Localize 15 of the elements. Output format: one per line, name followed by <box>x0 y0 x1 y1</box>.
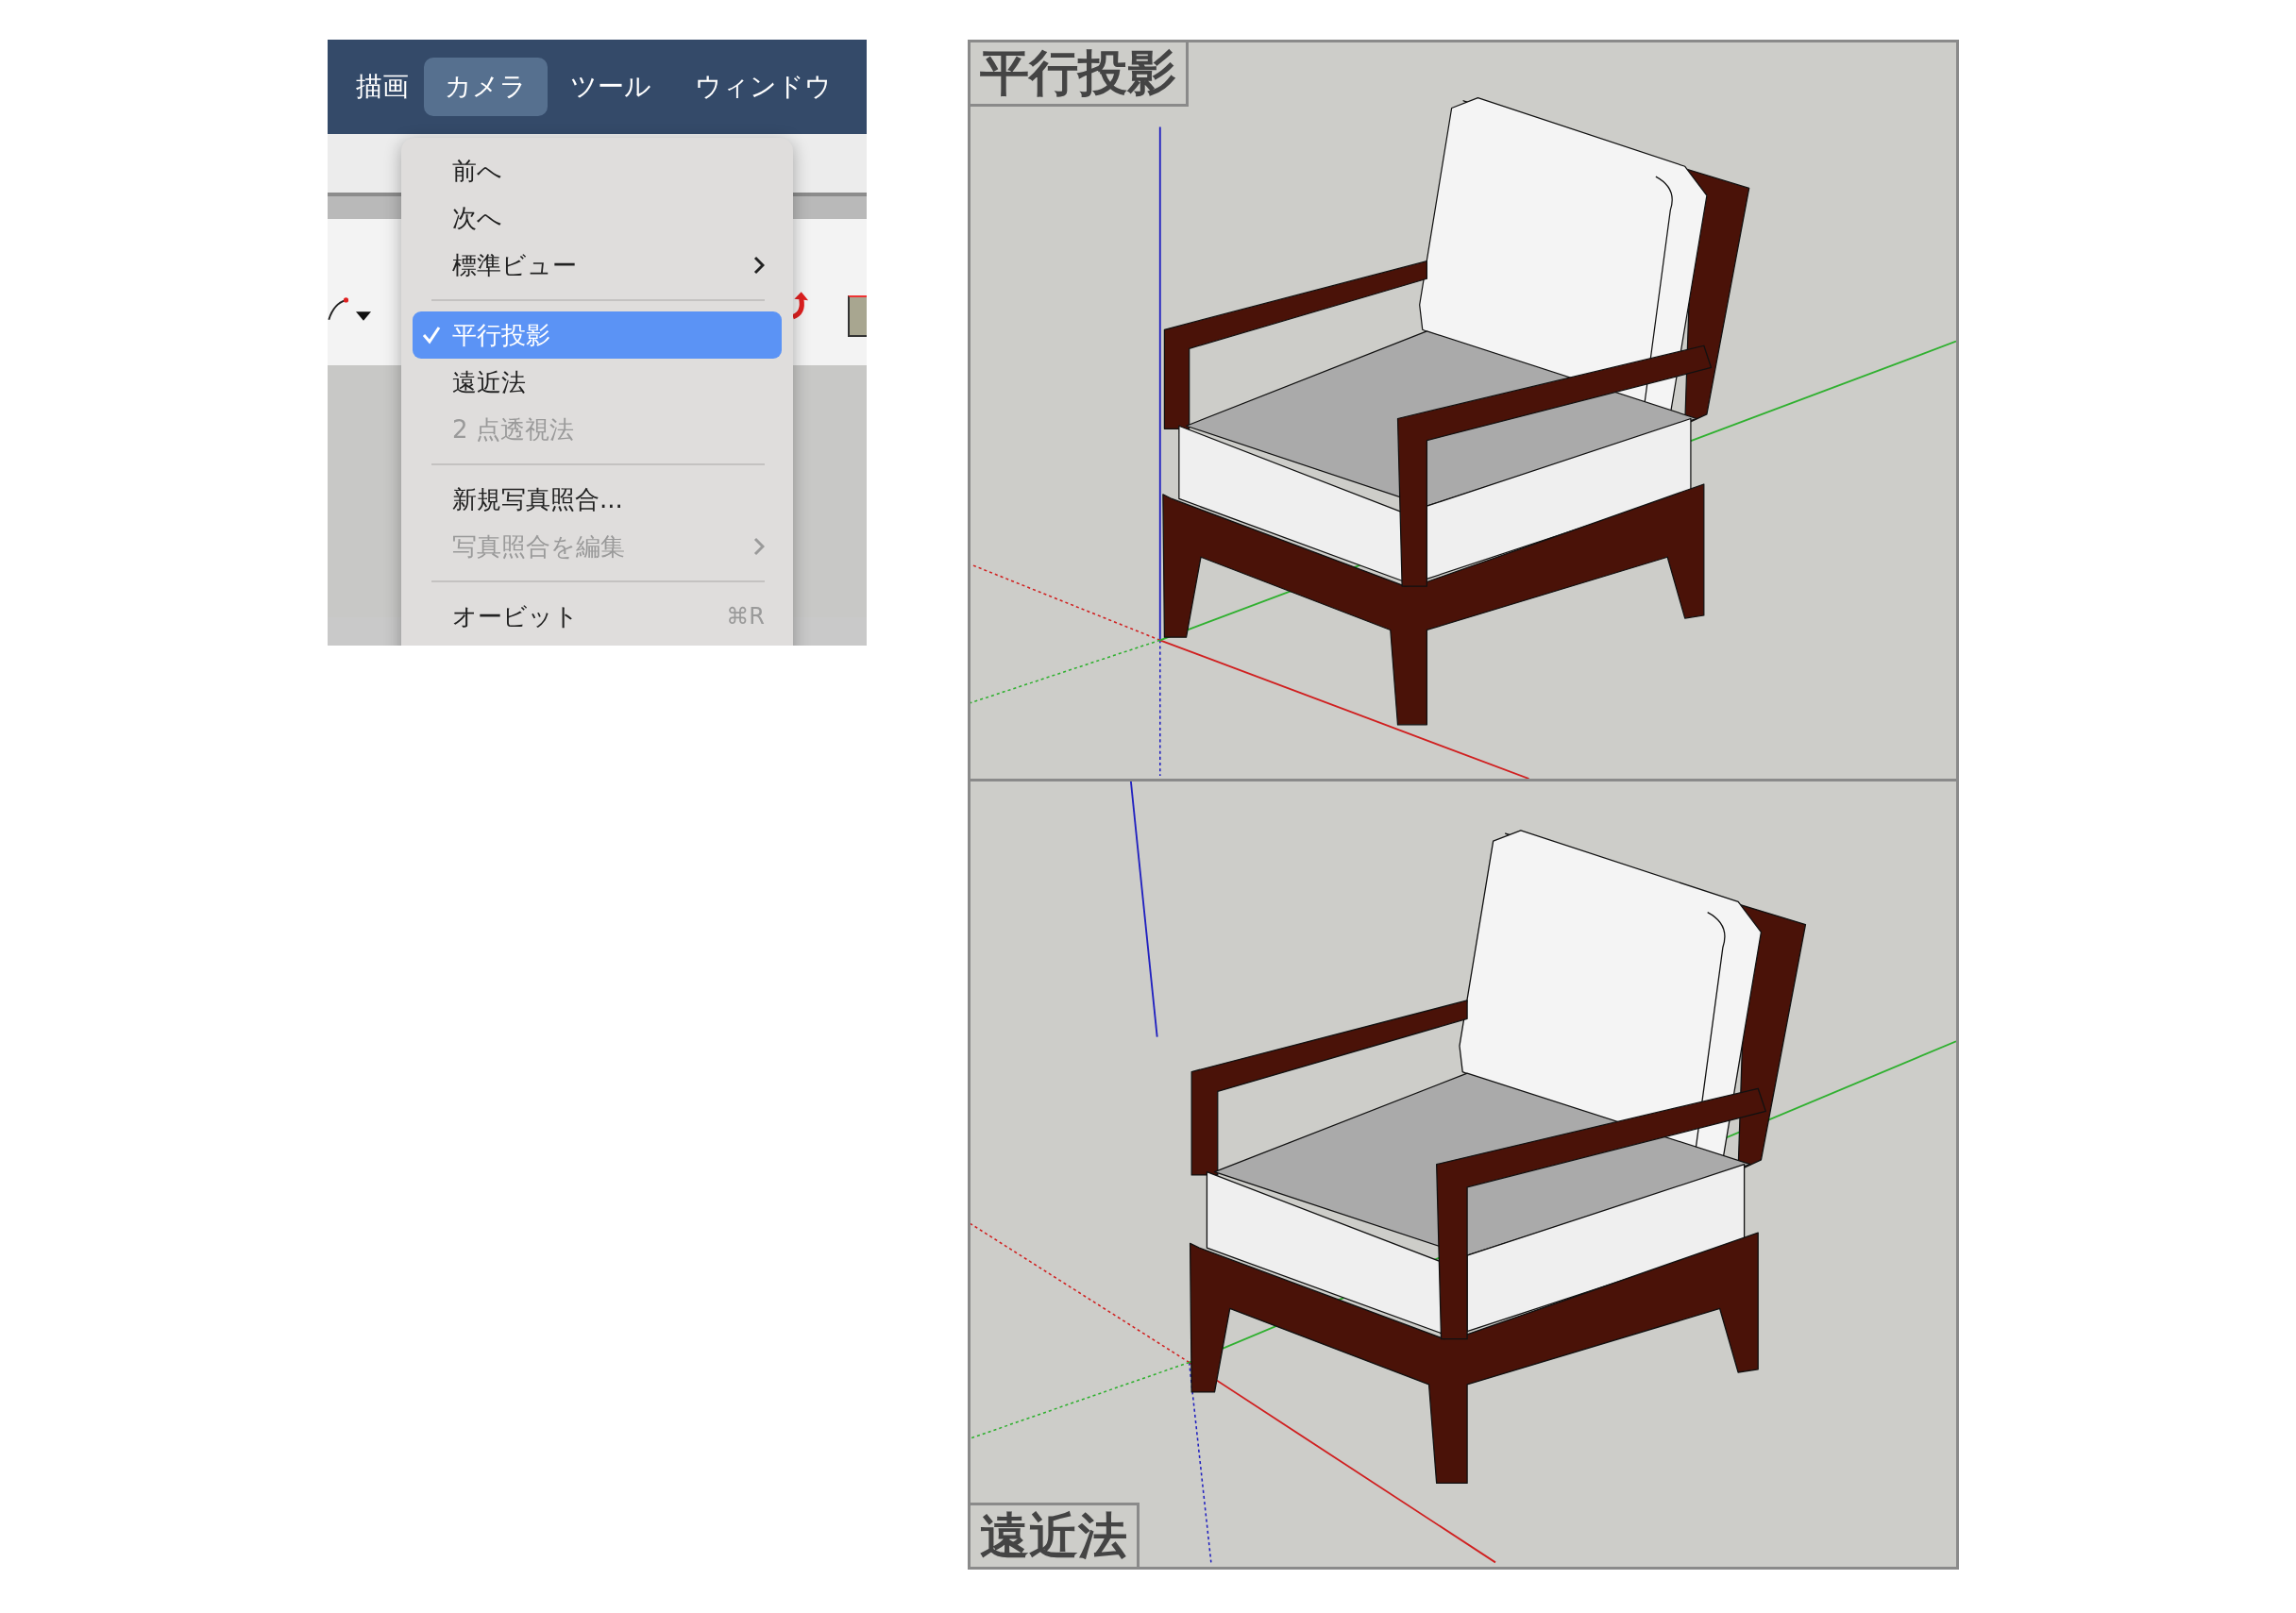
menu-item[interactable]: 前へ <box>413 147 782 194</box>
shortcut-text: ⌘R <box>726 603 765 630</box>
menu-item[interactable]: 遠近法 <box>413 359 782 406</box>
menu-bar-item[interactable]: 描画 <box>350 58 422 116</box>
menu-bar-item[interactable]: カメラ <box>424 58 548 116</box>
view-label: 遠近法 <box>968 1502 1140 1570</box>
menu-item[interactable]: 標準ビュー <box>413 242 782 289</box>
caret-icon <box>356 311 371 321</box>
menu-item[interactable]: 次へ <box>413 194 782 242</box>
view-label: 平行投影 <box>968 40 1189 108</box>
rotate-tool-icon <box>790 291 811 321</box>
menu-item[interactable]: オービット ⌘R <box>413 593 782 640</box>
menu-bar-item[interactable]: ツール <box>549 58 672 116</box>
menu-item[interactable]: 新規写真照合... <box>413 476 782 523</box>
menu-bar-item[interactable]: ウィンドウ <box>674 58 853 116</box>
